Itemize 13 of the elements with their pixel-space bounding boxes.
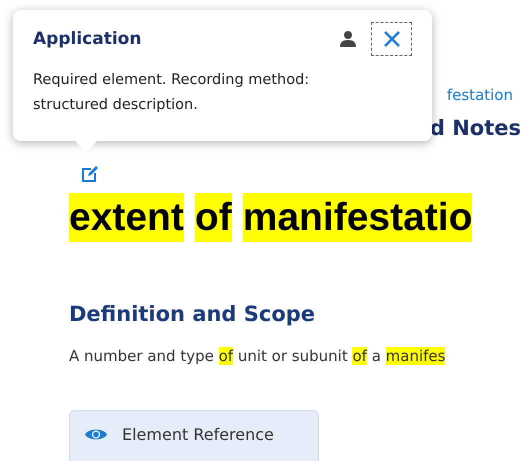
eye-icon <box>84 427 108 442</box>
person-icon <box>339 30 357 48</box>
title-word: manifestatio <box>242 193 472 242</box>
element-reference-button[interactable]: Element Reference <box>69 410 319 461</box>
close-icon <box>382 29 402 49</box>
popover-title: Application <box>33 29 142 49</box>
section-heading: Definition and Scope <box>69 301 316 328</box>
title-word: extent <box>69 193 184 242</box>
edit-icon[interactable] <box>80 164 100 184</box>
popover-text: Required element. Recording method: structured description. <box>33 71 310 115</box>
breadcrumb-link[interactable]: festation <box>446 86 513 104</box>
title-word: of <box>194 193 232 242</box>
close-button[interactable] <box>371 22 412 56</box>
